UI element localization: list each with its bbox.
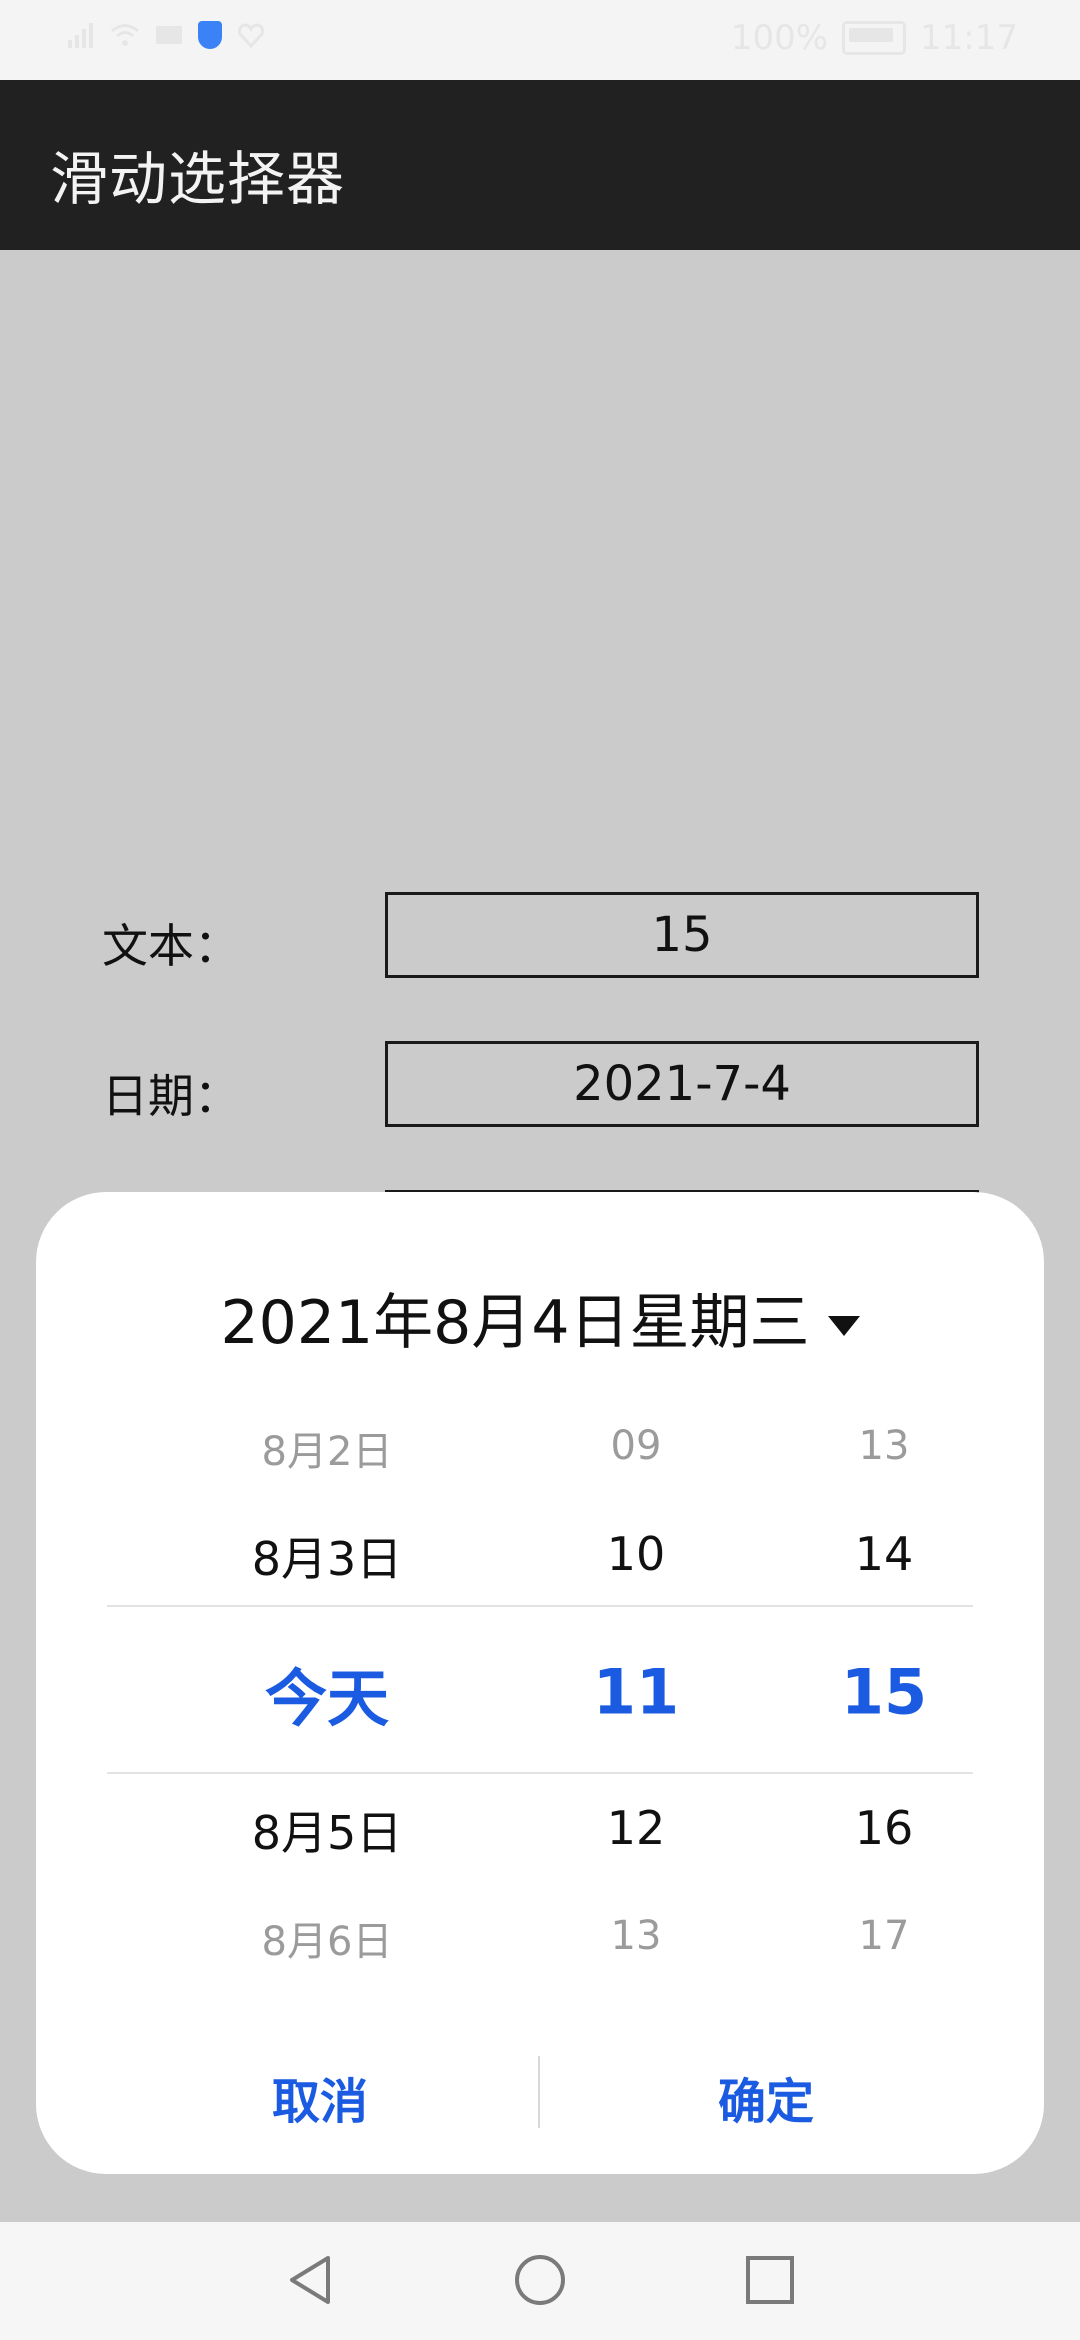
- day-option[interactable]: 8月6日: [167, 1909, 487, 1967]
- minute-option[interactable]: 14: [784, 1527, 984, 1581]
- hour-option[interactable]: 10: [536, 1527, 736, 1581]
- button-separator: [538, 2056, 540, 2128]
- minute-option-selected[interactable]: 15: [784, 1656, 984, 1729]
- wifi-icon: [111, 24, 139, 46]
- app-bar: 滑动选择器: [0, 80, 1080, 250]
- status-bar: 100% 11:17: [0, 0, 1080, 80]
- hour-option[interactable]: 12: [536, 1801, 736, 1855]
- hour-option[interactable]: 13: [536, 1913, 736, 1959]
- date-label: 日期：: [102, 1069, 240, 1123]
- day-wheel[interactable]: 8月2日 8月3日 今天 8月5日 8月6日: [167, 1192, 487, 2174]
- minute-option[interactable]: 17: [784, 1913, 984, 1959]
- back-icon[interactable]: [282, 2252, 338, 2308]
- hour-option[interactable]: 09: [536, 1423, 736, 1469]
- text-label: 文本：: [102, 919, 240, 973]
- text-field[interactable]: 15: [385, 892, 979, 978]
- hour-option-selected[interactable]: 11: [536, 1656, 736, 1729]
- system-nav-bar: [0, 2222, 1080, 2340]
- confirm-button[interactable]: 确定: [666, 2062, 866, 2132]
- signal-icon: [68, 23, 93, 48]
- date-time-picker-dialog: 2021年8月4日星期三 8月2日 8月3日 今天 8月5日 8月6日 09 1…: [36, 1192, 1044, 2174]
- battery-percent: 100%: [730, 18, 829, 58]
- day-option[interactable]: 8月2日: [167, 1419, 487, 1477]
- clock: 11:17: [920, 18, 1018, 58]
- minute-option[interactable]: 16: [784, 1801, 984, 1855]
- cancel-button[interactable]: 取消: [220, 2062, 420, 2132]
- status-icons-right: 100% 11:17: [731, 18, 1018, 58]
- minute-wheel[interactable]: 13 14 15 16 17: [784, 1192, 984, 2174]
- status-icons-left: [66, 20, 266, 50]
- day-option[interactable]: 8月5日: [167, 1797, 487, 1863]
- home-icon[interactable]: [512, 2252, 568, 2308]
- page-title: 滑动选择器: [50, 145, 346, 213]
- battery-icon: [842, 21, 907, 55]
- day-option[interactable]: 8月3日: [167, 1523, 487, 1589]
- recents-icon[interactable]: [742, 2252, 798, 2308]
- mail-icon: [156, 26, 182, 44]
- shield-icon: [198, 21, 222, 49]
- heart-icon: [238, 23, 264, 49]
- minute-option[interactable]: 13: [784, 1423, 984, 1469]
- date-field[interactable]: 2021-7-4: [385, 1041, 979, 1127]
- hour-wheel[interactable]: 09 10 11 12 13: [536, 1192, 736, 2174]
- day-option-selected[interactable]: 今天: [167, 1648, 487, 1738]
